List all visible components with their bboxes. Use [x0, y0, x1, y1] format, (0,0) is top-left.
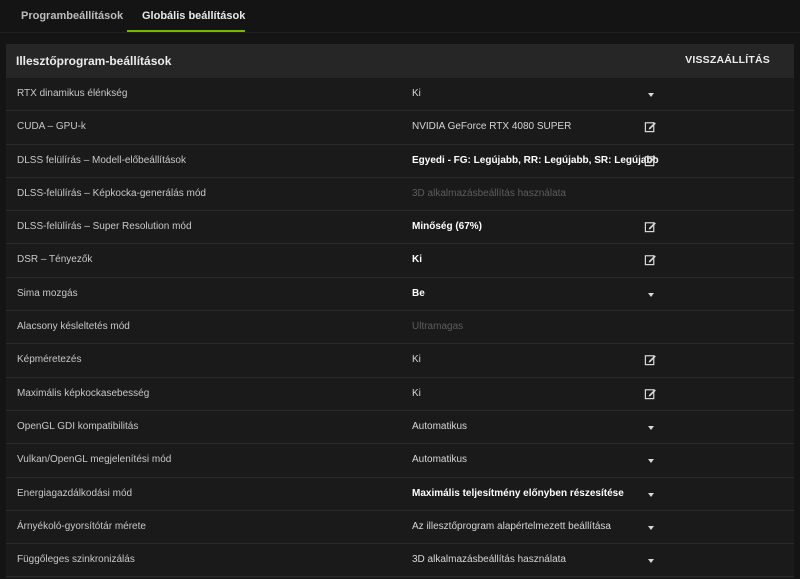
setting-value: 3D alkalmazásbeállítás használata — [412, 187, 566, 199]
setting-row[interactable]: CUDA – GPU-k NVIDIA GeForce RTX 4080 SUPE… — [6, 111, 794, 145]
chevron-down-icon[interactable] — [648, 525, 654, 530]
driver-settings-panel: Illesztőprogram-beállítások VISSZAÁLLÍTÁ… — [6, 44, 794, 579]
tab-global-settings[interactable]: Globális beállítások — [142, 10, 245, 22]
setting-row[interactable]: Energiagazdálkodási mód Maximális teljesí… — [6, 478, 794, 511]
setting-label: Vulkan/OpenGL megjelenítési mód — [17, 454, 172, 466]
edit-icon[interactable] — [644, 253, 658, 267]
setting-value[interactable]: Be — [412, 288, 425, 299]
setting-value[interactable]: Automatikus — [412, 421, 467, 432]
setting-value[interactable]: Ki — [412, 88, 421, 99]
setting-label: DSR – Tényezők — [17, 254, 93, 266]
setting-value[interactable]: NVIDIA GeForce RTX 4080 SUPER — [412, 121, 571, 132]
setting-value[interactable]: Automatikus — [412, 454, 467, 465]
setting-value[interactable]: Minőség (67%) — [412, 221, 482, 232]
setting-row[interactable]: DLSS-felülírás – Super Resolution mód Min… — [6, 211, 794, 245]
edit-icon[interactable] — [644, 387, 658, 401]
setting-label: Alacsony késleltetés mód — [17, 321, 130, 333]
setting-row[interactable]: RTX dinamikus élénkség Ki — [6, 78, 794, 112]
reset-button[interactable]: VISSZAÁLLÍTÁS — [685, 54, 770, 66]
chevron-down-icon[interactable] — [648, 93, 654, 97]
setting-row[interactable]: Képméretezés Ki — [6, 344, 794, 378]
setting-row: DLSS-felülírás – Képkocka-generálás mód 3… — [6, 178, 794, 212]
edit-icon[interactable] — [644, 120, 658, 134]
setting-row[interactable]: Maximális képkockasebesség Ki — [6, 378, 794, 411]
setting-label: Maximális képkockasebesség — [17, 387, 150, 399]
setting-label: Árnyékoló-gyorsítótár mérete — [17, 520, 146, 532]
chevron-down-icon[interactable] — [648, 425, 654, 430]
edit-icon[interactable] — [644, 220, 658, 234]
setting-value[interactable]: Ki — [412, 388, 421, 399]
panel-header: Illesztőprogram-beállítások VISSZAÁLLÍTÁ… — [6, 44, 794, 78]
setting-row[interactable]: Függőleges szinkronizálás 3D alkalmazásbe… — [6, 544, 794, 578]
setting-value[interactable]: 3D alkalmazásbeállítás használata — [412, 554, 566, 565]
setting-label: Sima mozgás — [17, 287, 78, 299]
setting-label: DLSS-felülírás – Képkocka-generálás mód — [17, 187, 206, 199]
chevron-down-icon[interactable] — [648, 559, 654, 564]
setting-value[interactable]: Ki — [412, 254, 422, 265]
setting-row[interactable]: OpenGL GDI kompatibilitás Automatikus — [6, 411, 794, 445]
edit-icon[interactable] — [644, 154, 658, 168]
setting-value[interactable]: Egyedi - FG: Legújabb, RR: Legújabb, SR:… — [412, 155, 659, 166]
setting-label: Képméretezés — [17, 354, 82, 366]
tab-program-settings[interactable]: Programbeállítások — [21, 10, 123, 22]
setting-row[interactable]: Vulkan/OpenGL megjelenítési mód Automatik… — [6, 444, 794, 478]
panel-title: Illesztőprogram-beállítások — [16, 54, 172, 68]
setting-row[interactable]: DSR – Tényezők Ki — [6, 244, 794, 278]
setting-label: CUDA – GPU-k — [17, 121, 86, 133]
setting-label: OpenGL GDI kompatibilitás — [17, 420, 139, 432]
chevron-down-icon[interactable] — [648, 459, 654, 464]
setting-value[interactable]: Ki — [412, 354, 421, 365]
edit-icon[interactable] — [644, 353, 658, 367]
setting-label: Függőleges szinkronizálás — [17, 554, 135, 566]
setting-row[interactable]: Árnyékoló-gyorsítótár mérete Az illesztőp… — [6, 511, 794, 545]
setting-label: DLSS felülírás – Modell-előbeállítások — [17, 154, 186, 166]
tab-bar: Programbeállítások Globális beállítások — [0, 0, 800, 33]
chevron-down-icon[interactable] — [648, 492, 654, 497]
setting-row: Alacsony késleltetés mód Ultramagas — [6, 311, 794, 345]
setting-value[interactable]: Maximális teljesítmény előnyben részesít… — [412, 488, 624, 499]
chevron-down-icon[interactable] — [648, 292, 654, 297]
setting-value[interactable]: Az illesztőprogram alapértelmezett beáll… — [412, 521, 611, 532]
setting-label: RTX dinamikus élénkség — [17, 88, 128, 99]
setting-label: DLSS-felülírás – Super Resolution mód — [17, 221, 192, 233]
settings-list: RTX dinamikus élénkség Ki CUDA – GPU-k NVID… — [6, 78, 794, 578]
setting-row[interactable]: DLSS felülírás – Modell-előbeállítások Eg… — [6, 145, 794, 178]
setting-row[interactable]: Sima mozgás Be — [6, 278, 794, 312]
tab-divider — [0, 32, 800, 33]
setting-value: Ultramagas — [412, 321, 464, 333]
setting-label: Energiagazdálkodási mód — [17, 487, 133, 499]
